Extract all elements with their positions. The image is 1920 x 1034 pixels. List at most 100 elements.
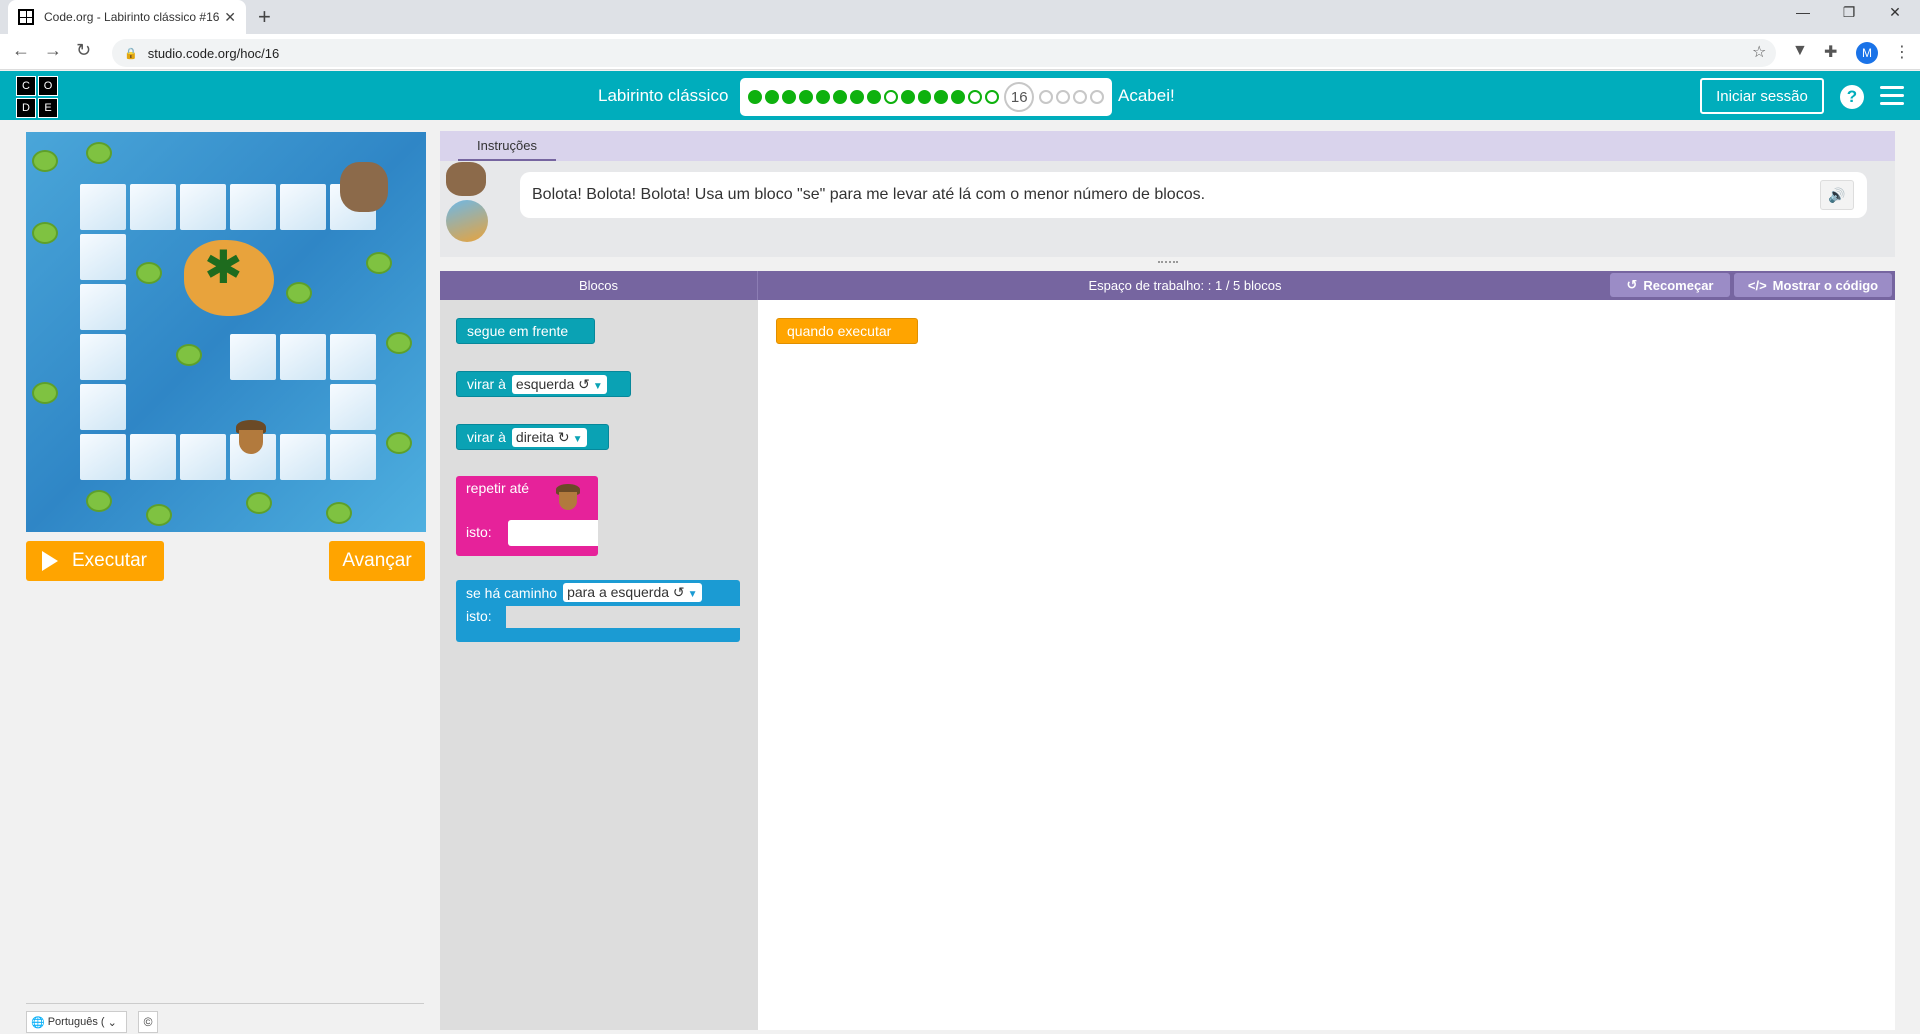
level-dot[interactable] bbox=[748, 90, 762, 104]
new-tab-icon[interactable]: + bbox=[258, 4, 271, 30]
dropdown-value: esquerda ↺ bbox=[515, 375, 590, 392]
restart-label: Recomeçar bbox=[1643, 277, 1714, 293]
level-title[interactable]: Labirinto clássico bbox=[598, 86, 728, 106]
statement-slot bbox=[508, 520, 598, 546]
level-dot[interactable] bbox=[968, 90, 983, 104]
level-dot[interactable] bbox=[1090, 90, 1104, 104]
dropdown-arrow-icon: ▼ bbox=[687, 589, 698, 600]
block-label: virar à bbox=[467, 376, 506, 392]
block-if-path[interactable]: se há caminho para a esquerda ↺ ▼ isto: bbox=[456, 580, 740, 642]
level-dot[interactable] bbox=[917, 90, 932, 104]
lock-icon: 🔒 bbox=[124, 47, 138, 60]
block-turn-right[interactable]: virar à direita ↻ ▼ bbox=[456, 424, 609, 450]
level-dot[interactable] bbox=[900, 90, 915, 104]
level-dot[interactable] bbox=[866, 90, 881, 104]
block-move-forward[interactable]: segue em frente bbox=[456, 318, 595, 344]
run-button[interactable]: Executar bbox=[26, 541, 164, 581]
footer-divider bbox=[26, 1003, 424, 1004]
dropdown-arrow-icon: ▼ bbox=[592, 380, 603, 392]
level-dot[interactable] bbox=[764, 90, 779, 104]
codeorg-favicon-icon bbox=[18, 9, 34, 25]
language-select[interactable]: 🌐 Português ( ⌄ bbox=[26, 1011, 127, 1033]
forward-icon[interactable]: → bbox=[44, 40, 62, 61]
direction-dropdown[interactable]: esquerda ↺ ▼ bbox=[511, 374, 607, 394]
extensions-puzzle-icon[interactable]: ✚ bbox=[1824, 42, 1837, 62]
reload-icon[interactable]: ↻ bbox=[76, 40, 91, 61]
level-dot[interactable] bbox=[832, 90, 847, 104]
instructions-bubble: Bolota! Bolota! Bolota! Usa um bloco "se… bbox=[520, 172, 1867, 218]
show-code-button[interactable]: </> Mostrar o código bbox=[1734, 273, 1892, 297]
acorn-goal-icon bbox=[236, 420, 266, 454]
block-label: segue em frente bbox=[467, 323, 569, 339]
block-label: repetir até bbox=[466, 480, 530, 496]
show-code-label: Mostrar o código bbox=[1772, 277, 1879, 293]
dropdown-arrow-icon: ▼ bbox=[572, 433, 583, 445]
palm-tree-icon: ✱ bbox=[204, 241, 243, 293]
tab-title: Code.org - Labirinto clássico #16 bbox=[44, 10, 220, 24]
back-icon[interactable]: ← bbox=[12, 40, 30, 61]
level-dot[interactable] bbox=[985, 90, 1000, 104]
level-progress: 16 bbox=[740, 78, 1112, 116]
chevron-down-icon: ⌄ bbox=[107, 1016, 117, 1029]
profile-avatar[interactable]: M bbox=[1856, 42, 1878, 64]
play-icon bbox=[42, 551, 58, 571]
level-dot[interactable] bbox=[883, 90, 898, 104]
logo-letter: E bbox=[38, 98, 58, 118]
panel-resize-handle[interactable] bbox=[1158, 261, 1178, 265]
hamburger-menu-icon[interactable] bbox=[1880, 86, 1904, 110]
block-label: virar à bbox=[467, 429, 506, 445]
level-dot[interactable] bbox=[798, 90, 813, 104]
level-dot[interactable] bbox=[934, 90, 949, 104]
toolbox bbox=[440, 300, 758, 1030]
minimize-icon[interactable]: — bbox=[1780, 4, 1826, 20]
level-dot[interactable] bbox=[781, 90, 796, 104]
restore-icon[interactable]: ❐ bbox=[1826, 4, 1872, 21]
level-dot[interactable] bbox=[815, 90, 830, 104]
globe-icon: 🌐 bbox=[31, 1016, 45, 1029]
close-window-icon[interactable]: ✕ bbox=[1872, 4, 1918, 21]
dropdown-value: direita ↻ bbox=[515, 428, 570, 445]
direction-dropdown[interactable]: direita ↻ ▼ bbox=[511, 427, 587, 447]
close-tab-icon[interactable]: ✕ bbox=[224, 9, 236, 26]
squirrel-character bbox=[340, 162, 388, 212]
level-dot[interactable] bbox=[849, 90, 864, 104]
acorn-icon bbox=[556, 484, 580, 510]
browser-tab[interactable]: Code.org - Labirinto clássico #16 ✕ bbox=[8, 0, 246, 34]
done-link[interactable]: Acabei! bbox=[1118, 86, 1175, 106]
advance-button[interactable]: Avançar bbox=[329, 541, 425, 581]
restart-button[interactable]: ↺ Recomeçar bbox=[1610, 273, 1730, 297]
ice-age-character-avatar bbox=[442, 162, 492, 246]
block-turn-left[interactable]: virar à esquerda ↺ ▼ bbox=[456, 371, 631, 397]
toolbox-header: Blocos bbox=[440, 271, 758, 300]
current-level-indicator[interactable]: 16 bbox=[1004, 82, 1035, 112]
level-dot[interactable] bbox=[951, 90, 966, 104]
direction-dropdown[interactable]: para a esquerda ↺ ▼ bbox=[563, 583, 702, 602]
url-text: studio.code.org/hoc/16 bbox=[147, 45, 280, 61]
copyright-button[interactable]: © bbox=[138, 1011, 158, 1033]
maze-canvas: ✱ bbox=[26, 132, 426, 532]
logo-letter: D bbox=[16, 98, 36, 118]
language-label: Português ( bbox=[47, 1016, 105, 1028]
bookmark-star-icon[interactable]: ☆ bbox=[1752, 42, 1766, 62]
help-icon[interactable]: ? bbox=[1840, 85, 1864, 109]
level-dot[interactable] bbox=[1039, 90, 1054, 104]
dropdown-value: para a esquerda ↺ bbox=[567, 584, 685, 600]
level-dot[interactable] bbox=[1073, 90, 1088, 104]
restart-icon: ↺ bbox=[1626, 277, 1638, 292]
url-bar[interactable]: 🔒 studio.code.org/hoc/16 bbox=[112, 39, 1776, 67]
block-when-run[interactable]: quando executar bbox=[776, 318, 918, 344]
instructions-tab-bar bbox=[440, 131, 1895, 161]
codeorg-logo[interactable]: C O D E bbox=[16, 76, 58, 118]
block-label: isto: bbox=[466, 524, 492, 540]
workspace-title: Espaço de trabalho: : 1 / 5 blocos bbox=[1088, 278, 1282, 293]
level-dot[interactable] bbox=[1056, 90, 1071, 104]
browser-tab-bar bbox=[0, 0, 1920, 34]
logo-letter: C bbox=[16, 76, 36, 96]
block-repeat-until[interactable]: repetir até isto: bbox=[456, 476, 598, 556]
tab-instructions[interactable]: Instruções bbox=[458, 131, 556, 161]
text-to-speech-icon[interactable]: 🔊 bbox=[1820, 180, 1854, 210]
signin-button[interactable]: Iniciar sessão bbox=[1700, 78, 1824, 114]
browser-menu-icon[interactable]: ⋮ bbox=[1894, 42, 1910, 62]
extension-filter-icon[interactable]: ▼ bbox=[1792, 42, 1808, 60]
workspace-canvas[interactable] bbox=[758, 300, 1895, 1030]
